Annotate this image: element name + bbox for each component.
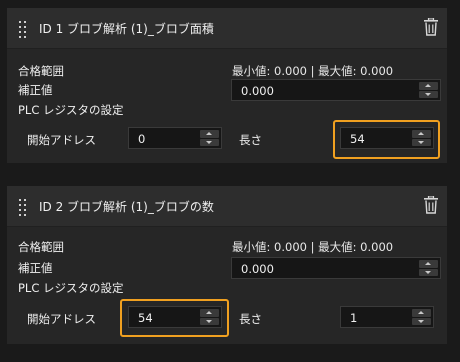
panel-title: ID 1 ブロブ解析 (1)_ブロブ面積	[39, 22, 214, 36]
offset-value: 0.000	[241, 262, 274, 276]
offset-spinbox[interactable]: 0.000	[231, 79, 441, 101]
start-address-value: 0	[138, 132, 146, 146]
range-label: 合格範囲	[18, 64, 64, 78]
panel-header: ID 1 ブロブ解析 (1)_ブロブ面積	[7, 8, 447, 49]
start-address-spinbox[interactable]: 0	[128, 127, 222, 149]
offset-label: 補正値	[18, 83, 53, 97]
decrement-button[interactable]	[412, 317, 431, 325]
range-label: 合格範囲	[18, 240, 64, 254]
start-address-label: 開始アドレス	[27, 133, 96, 147]
output-item-panel-2: ID 2 ブロブ解析 (1)_ブロブの数 合格範囲 最小値: 0.000 | 最…	[7, 186, 447, 344]
drag-handle-icon[interactable]	[19, 21, 27, 38]
increment-button[interactable]	[200, 130, 219, 138]
decrement-button[interactable]	[200, 317, 219, 325]
length-spinbox[interactable]: 54	[340, 127, 434, 149]
offset-label: 補正値	[18, 261, 53, 275]
increment-button[interactable]	[412, 130, 431, 138]
length-label: 長さ	[239, 312, 262, 326]
trash-icon[interactable]	[424, 18, 438, 36]
length-label: 長さ	[239, 133, 262, 147]
plc-settings-label: PLC レジスタの設定	[18, 103, 124, 117]
offset-value: 0.000	[241, 84, 274, 98]
decrement-button[interactable]	[200, 138, 219, 146]
drag-handle-icon[interactable]	[19, 199, 27, 216]
increment-button[interactable]	[412, 309, 431, 317]
panel-header: ID 2 ブロブ解析 (1)_ブロブの数	[7, 186, 447, 227]
decrement-button[interactable]	[419, 90, 438, 98]
trash-icon[interactable]	[424, 196, 438, 214]
offset-spinbox[interactable]: 0.000	[231, 257, 441, 279]
decrement-button[interactable]	[412, 138, 431, 146]
panel-title: ID 2 ブロブ解析 (1)_ブロブの数	[39, 200, 214, 214]
increment-button[interactable]	[419, 260, 438, 268]
output-item-panel-1: ID 1 ブロブ解析 (1)_ブロブ面積 合格範囲 最小値: 0.000 | 最…	[7, 8, 447, 163]
range-value: 最小値: 0.000 | 最大値: 0.000	[232, 64, 394, 78]
start-address-label: 開始アドレス	[27, 312, 96, 326]
length-spinbox[interactable]: 1	[340, 306, 434, 328]
length-value: 1	[350, 311, 358, 325]
start-address-value: 54	[138, 311, 153, 325]
increment-button[interactable]	[200, 309, 219, 317]
increment-button[interactable]	[419, 82, 438, 90]
range-value: 最小値: 0.000 | 最大値: 0.000	[232, 240, 394, 254]
plc-settings-label: PLC レジスタの設定	[18, 281, 124, 295]
length-value: 54	[350, 132, 365, 146]
decrement-button[interactable]	[419, 268, 438, 276]
start-address-spinbox[interactable]: 54	[128, 306, 222, 328]
